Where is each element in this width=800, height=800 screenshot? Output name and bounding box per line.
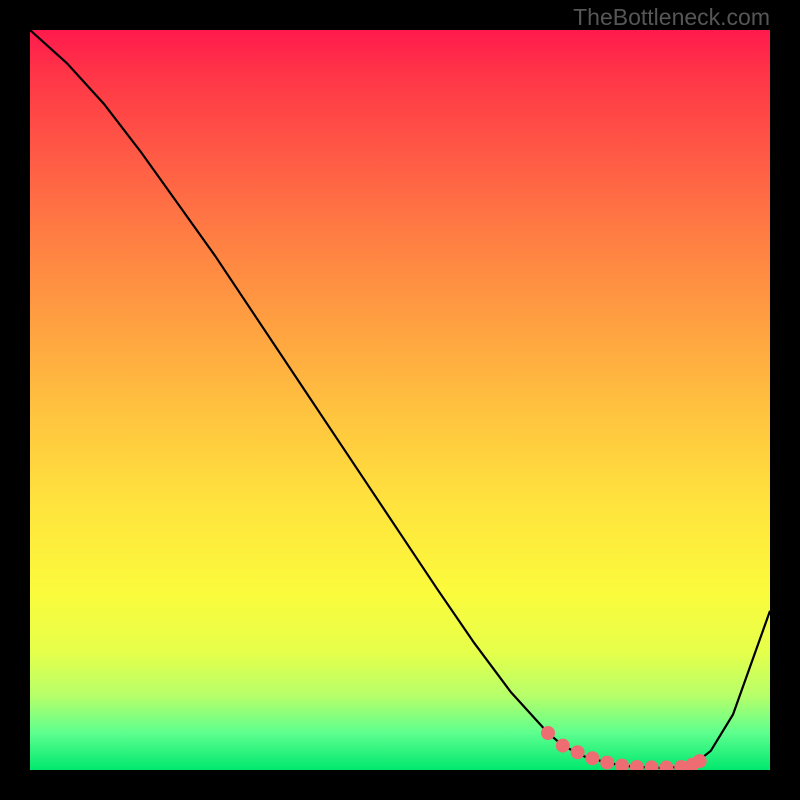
marker-dot — [585, 751, 599, 765]
watermark-text: TheBottleneck.com — [573, 6, 770, 29]
marker-dot — [645, 760, 659, 770]
marker-dot — [659, 760, 673, 770]
marker-dot — [541, 726, 555, 740]
chart-frame: TheBottleneck.com — [0, 0, 800, 800]
marker-dot — [615, 759, 629, 770]
main-curve — [30, 30, 770, 768]
marker-dot — [693, 754, 707, 768]
marker-dot — [571, 745, 585, 759]
marker-dot — [600, 756, 614, 770]
marker-dot — [630, 760, 644, 770]
optimum-markers — [541, 726, 707, 770]
marker-dot — [556, 739, 570, 753]
chart-svg — [30, 30, 770, 770]
